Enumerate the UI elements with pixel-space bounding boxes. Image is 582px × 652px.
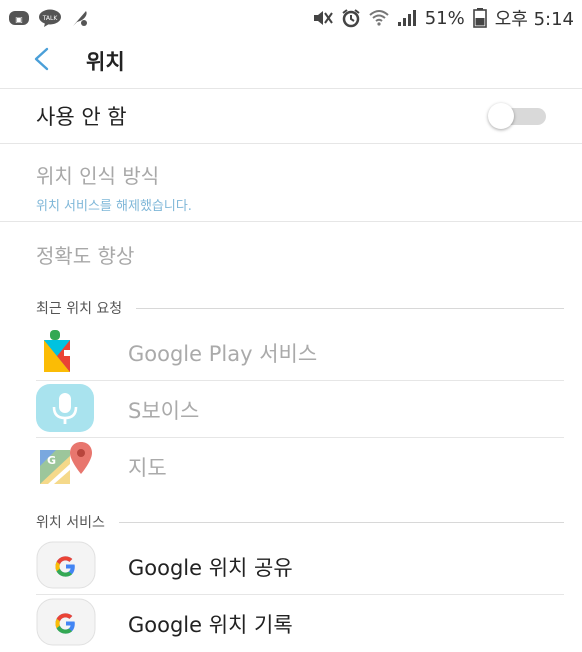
line-icon: ▣ (8, 9, 30, 27)
mute-icon (311, 9, 333, 27)
app-label: 지도 (128, 455, 167, 480)
google-play-services-icon (34, 326, 84, 380)
recent-request-google-play-services[interactable]: Google Play 서비스 (0, 324, 582, 381)
improve-accuracy-item[interactable]: 정확도 향상 (0, 222, 582, 280)
app-label: Google 위치 공유 (128, 555, 293, 580)
svg-text:G: G (47, 454, 56, 467)
alarm-icon (341, 8, 361, 28)
location-service-google-location-history[interactable]: Google 위치 기록 (0, 595, 582, 652)
back-button[interactable] (22, 41, 62, 81)
clock: 오후 5:14 (494, 9, 574, 30)
app-label: Google 위치 기록 (128, 612, 293, 637)
location-services-header: 위치 서비스 (36, 510, 564, 534)
s-voice-icon (34, 383, 96, 437)
chevron-left-icon (32, 47, 52, 75)
recent-request-s-voice[interactable]: S보이스 (0, 381, 582, 438)
svg-text:▣: ▣ (15, 15, 23, 24)
location-master-toggle-row[interactable]: 사용 안 함 (0, 88, 582, 144)
status-bar: ▣ TALK 51% 오후 5:14 (0, 0, 582, 36)
status-system-icons: 51% 오후 5:14 (311, 5, 574, 31)
section-divider (136, 307, 564, 309)
location-method-item[interactable]: 위치 인식 방식 위치 서비스를 해제했습니다. (0, 152, 582, 222)
master-toggle-label: 사용 안 함 (36, 105, 127, 129)
battery-percent: 51% (424, 7, 465, 29)
google-icon (34, 597, 98, 651)
section-divider (118, 521, 564, 523)
feather-icon (70, 8, 90, 28)
page-title: 위치 (86, 50, 125, 74)
google-maps-icon: G (34, 440, 94, 494)
location-method-subtitle: 위치 서비스를 해제했습니다. (36, 199, 192, 214)
improve-accuracy-title: 정확도 향상 (36, 244, 135, 268)
svg-text:TALK: TALK (42, 15, 59, 22)
signal-icon (397, 9, 417, 27)
recent-requests-header-label: 최근 위치 요청 (36, 301, 123, 317)
wifi-icon (369, 9, 389, 27)
location-method-title: 위치 인식 방식 (36, 164, 160, 188)
recent-request-maps[interactable]: G 지도 (0, 438, 582, 495)
kakaotalk-icon: TALK (38, 9, 62, 27)
status-notification-icons: ▣ TALK (8, 8, 90, 28)
google-icon (34, 540, 98, 594)
app-label: S보이스 (128, 398, 200, 423)
location-service-google-location-sharing[interactable]: Google 위치 공유 (0, 538, 582, 595)
toggle-thumb (488, 103, 514, 129)
recent-requests-header: 최근 위치 요청 (36, 296, 564, 320)
location-toggle-switch[interactable] (488, 103, 548, 129)
app-bar: 위치 (0, 38, 582, 84)
location-services-header-label: 위치 서비스 (36, 515, 105, 531)
battery-icon (472, 8, 487, 28)
app-label: Google Play 서비스 (128, 341, 318, 366)
